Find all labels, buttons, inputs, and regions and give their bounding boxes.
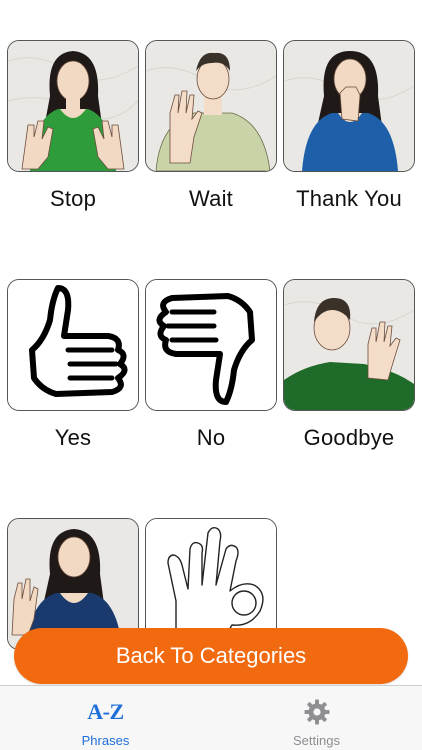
stop-sign-image [7, 40, 139, 172]
tab-phrases[interactable]: A-Z Phrases [0, 686, 211, 750]
thumbs-down-image [145, 279, 277, 411]
phrase-label: Stop [49, 186, 97, 211]
phrase-card-yes[interactable]: Yes [7, 279, 139, 451]
tab-settings[interactable]: Settings [211, 686, 422, 750]
phrase-card-thank-you[interactable]: Thank You [283, 40, 415, 212]
back-to-categories-button[interactable]: Back To Categories [14, 628, 408, 684]
phrase-card-goodbye[interactable]: Goodbye [283, 279, 415, 451]
phrase-card-wait[interactable]: Wait [145, 40, 277, 212]
tab-phrases-label: Phrases [81, 733, 130, 748]
goodbye-sign-image [283, 279, 415, 411]
screen: Stop Wait Thank You Yes No Goodbye Back … [0, 0, 422, 750]
wait-sign-image [145, 40, 277, 172]
phrase-label: Goodbye [303, 425, 395, 450]
tab-settings-label: Settings [293, 733, 340, 748]
thumbs-up-image [7, 279, 139, 411]
phrase-card-no[interactable]: No [145, 279, 277, 451]
phrase-card-stop[interactable]: Stop [7, 40, 139, 212]
phrase-label: No [196, 425, 226, 450]
phrase-label: Yes [54, 425, 92, 450]
phrase-label: Wait [189, 186, 233, 211]
thank-you-sign-image [283, 40, 415, 172]
tab-bar: A-Z Phrases Settings [0, 685, 422, 750]
phrase-label: Thank You [296, 186, 402, 211]
gear-icon [303, 697, 331, 727]
az-icon: A-Z [87, 699, 124, 724]
